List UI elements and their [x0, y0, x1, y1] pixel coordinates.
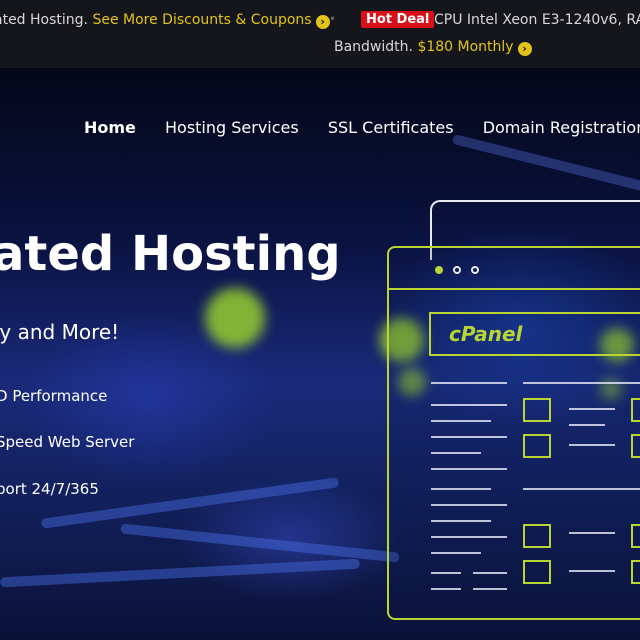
icon-tile	[631, 560, 640, 584]
placeholder-line	[473, 572, 507, 574]
icon-tile	[523, 398, 551, 422]
placeholder-line	[431, 382, 507, 384]
placeholder-line	[431, 436, 507, 438]
placeholder-line	[569, 444, 615, 446]
placeholder-line	[431, 404, 507, 406]
placeholder-line	[431, 504, 507, 506]
icon-tile	[631, 434, 640, 458]
window-divider	[389, 288, 640, 290]
discounts-link[interactable]: See More Discounts & Coupons	[92, 12, 311, 28]
placeholder-line	[569, 532, 615, 534]
placeholder-line	[431, 488, 491, 490]
feature-web-server: Speed Web Server	[0, 433, 135, 451]
icon-tile	[523, 524, 551, 548]
placeholder-line	[431, 468, 507, 470]
hero-subtitle: ity and More!	[0, 320, 120, 344]
icon-tile	[523, 560, 551, 584]
deal-text: CPU Intel Xeon E3-1240v6, RAM	[434, 12, 640, 28]
placeholder-line	[431, 420, 491, 422]
nav-item-domain-registration[interactable]: Domain Registration	[483, 118, 640, 137]
deal-price-link[interactable]: $180 Monthly	[417, 39, 513, 55]
placeholder-line	[569, 570, 615, 572]
cpanel-logo: cPanel	[449, 322, 523, 346]
promo-ticker: ated Hosting. See More Discounts & Coupo…	[0, 0, 640, 68]
icon-tile	[631, 524, 640, 548]
deal-text-2: Bandwidth.	[334, 39, 413, 55]
placeholder-line	[523, 488, 640, 490]
hero-title: ated Hosting	[0, 226, 341, 282]
placeholder-line	[473, 588, 507, 590]
background-cable	[0, 558, 361, 588]
window-dot-icon	[435, 266, 443, 274]
icon-tile	[631, 398, 640, 422]
background-cable	[451, 133, 640, 193]
promo-line: ated Hosting. See More Discounts & Coupo…	[0, 12, 330, 29]
placeholder-line	[569, 424, 605, 426]
cpanel-header-bar: cPanel	[429, 312, 640, 356]
placeholder-line	[431, 452, 481, 454]
nav-item-ssl-certificates[interactable]: SSL Certificates	[328, 118, 454, 137]
window-dot-icon	[453, 266, 461, 274]
placeholder-line	[523, 382, 640, 384]
arrow-right-icon[interactable]: ›	[517, 42, 532, 56]
hot-deal-badge: Hot Deal	[361, 11, 435, 28]
ticker-separator: •	[329, 12, 337, 26]
placeholder-line	[431, 520, 491, 522]
icon-tile	[523, 434, 551, 458]
background-cable	[120, 523, 400, 563]
placeholder-line	[431, 552, 481, 554]
placeholder-line	[431, 536, 507, 538]
placeholder-line	[569, 408, 615, 410]
promo-text: ated Hosting.	[0, 12, 88, 28]
feature-support: port 24/7/365	[0, 480, 99, 498]
main-nav: Home Hosting Services SSL Certificates D…	[84, 118, 640, 137]
nav-item-home[interactable]: Home	[84, 118, 136, 137]
feature-performance: D Performance	[0, 387, 108, 405]
hero-section: Home Hosting Services SSL Certificates D…	[0, 68, 640, 640]
placeholder-line	[431, 572, 461, 574]
cpanel-window-illustration: cPanel	[387, 246, 640, 620]
arrow-right-icon[interactable]: ›	[315, 15, 330, 29]
placeholder-line	[431, 588, 461, 590]
led-glow	[205, 288, 265, 348]
nav-item-hosting-services[interactable]: Hosting Services	[165, 118, 299, 137]
window-dot-icon	[471, 266, 479, 274]
deal-line-2: Bandwidth. $180 Monthly ›	[334, 39, 532, 56]
